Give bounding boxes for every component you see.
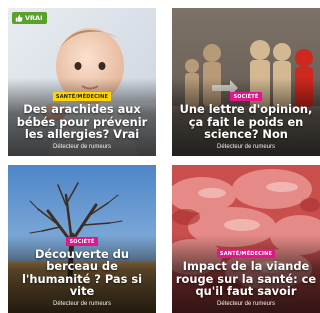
article-card-peanuts-babies[interactable]: VRAI SANTÉ/MÉDECINE Des arachides aux bé… (8, 8, 156, 156)
verdict-badge: VRAI (12, 12, 47, 24)
category-tag[interactable]: SANTÉ/MÉDECINE (216, 249, 276, 259)
article-author[interactable]: Détecteur de rumeurs (11, 301, 153, 307)
article-author[interactable]: Détecteur de rumeurs (175, 301, 317, 307)
article-text: SANTÉ/MÉDECINE Impact de la viande rouge… (172, 242, 320, 307)
article-text: SOCIÉTÉ Découverte du berceau de l'human… (8, 230, 156, 307)
article-grid: VRAI SANTÉ/MÉDECINE Des arachides aux bé… (0, 0, 320, 313)
category-tag[interactable]: SOCIÉTÉ (230, 92, 262, 102)
article-title[interactable]: Impact de la viande rouge sur la santé: … (175, 260, 317, 297)
article-text: SANTÉ/MÉDECINE Des arachides aux bébés p… (8, 85, 156, 150)
article-title[interactable]: Découverte du berceau de l'humanité ? Pa… (11, 248, 153, 297)
article-author[interactable]: Détecteur de rumeurs (175, 144, 317, 150)
article-card-red-meat[interactable]: SANTÉ/MÉDECINE Impact de la viande rouge… (172, 165, 320, 313)
category-tag[interactable]: SOCIÉTÉ (66, 237, 98, 247)
article-card-cradle-humanity[interactable]: SOCIÉTÉ Découverte du berceau de l'human… (8, 165, 156, 313)
article-title[interactable]: Une lettre d'opinion, ça fait le poids e… (175, 103, 317, 140)
article-card-opinion-letter[interactable]: SOCIÉTÉ Une lettre d'opinion, ça fait le… (172, 8, 320, 156)
article-text: SOCIÉTÉ Une lettre d'opinion, ça fait le… (172, 85, 320, 150)
article-author[interactable]: Détecteur de rumeurs (11, 144, 153, 150)
article-title[interactable]: Des arachides aux bébés pour prévenir le… (11, 103, 153, 140)
verdict-label: VRAI (25, 14, 43, 22)
category-tag[interactable]: SANTÉ/MÉDECINE (52, 92, 112, 102)
thumbs-up-icon (15, 14, 23, 22)
